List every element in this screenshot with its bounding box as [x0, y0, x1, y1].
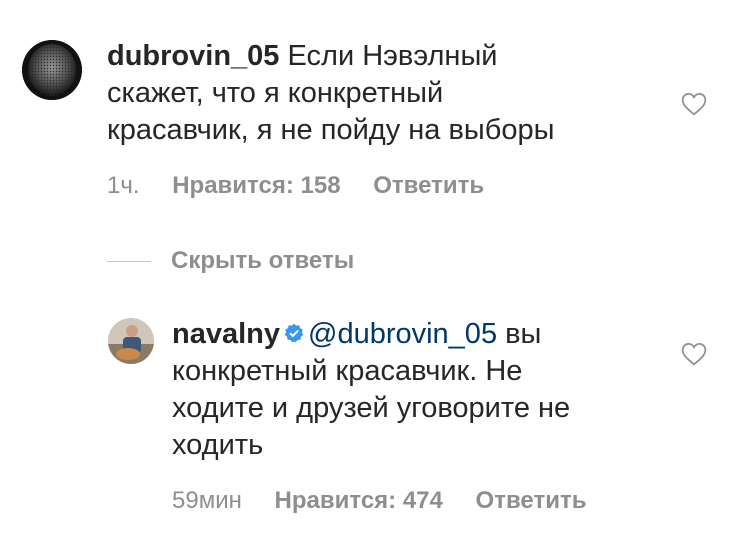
replies-divider	[107, 260, 151, 262]
comment-time: 59мин	[172, 487, 242, 514]
comment-meta-navalny: 59мин Нравится: 474 Ответить	[172, 487, 612, 515]
reply-button[interactable]: Ответить	[476, 487, 587, 514]
username-navalny[interactable]: navalny	[172, 318, 280, 350]
navalny-avatar-image	[108, 318, 154, 364]
avatar-dubrovin[interactable]	[22, 40, 82, 100]
reply-text-line3: ходите и друзей уговорите не	[172, 392, 571, 424]
heart-outline-icon[interactable]	[681, 342, 707, 366]
microphone-avatar-image	[22, 40, 82, 100]
avatar-navalny[interactable]	[108, 318, 154, 364]
reply-text-line4: ходить	[172, 429, 264, 461]
reply-text-line2: конкретный красавчик. Не	[172, 355, 523, 387]
comment-text-line3: красавчик, я не пойду на выборы	[107, 114, 555, 146]
hide-replies-toggle[interactable]: Скрыть ответы	[107, 247, 354, 275]
reply-text-line1: вы	[505, 318, 542, 350]
hide-replies-label[interactable]: Скрыть ответы	[171, 247, 354, 275]
comment-time: 1ч.	[107, 172, 140, 199]
likes-count[interactable]: Нравится: 158	[172, 172, 340, 199]
username-dubrovin[interactable]: dubrovin_05	[107, 40, 279, 72]
heart-outline-icon[interactable]	[681, 92, 707, 116]
verified-badge-icon	[284, 324, 304, 343]
comment-text-line1: Если Нэвэлный	[287, 40, 498, 72]
reply-button[interactable]: Ответить	[373, 172, 484, 199]
comment-meta-dubrovin: 1ч. Нравится: 158 Ответить	[107, 172, 510, 200]
comment-text-line2: скажет, что я конкретный	[107, 77, 444, 109]
likes-count[interactable]: Нравится: 474	[275, 487, 443, 514]
mention-link[interactable]: @dubrovin_05	[308, 318, 497, 350]
